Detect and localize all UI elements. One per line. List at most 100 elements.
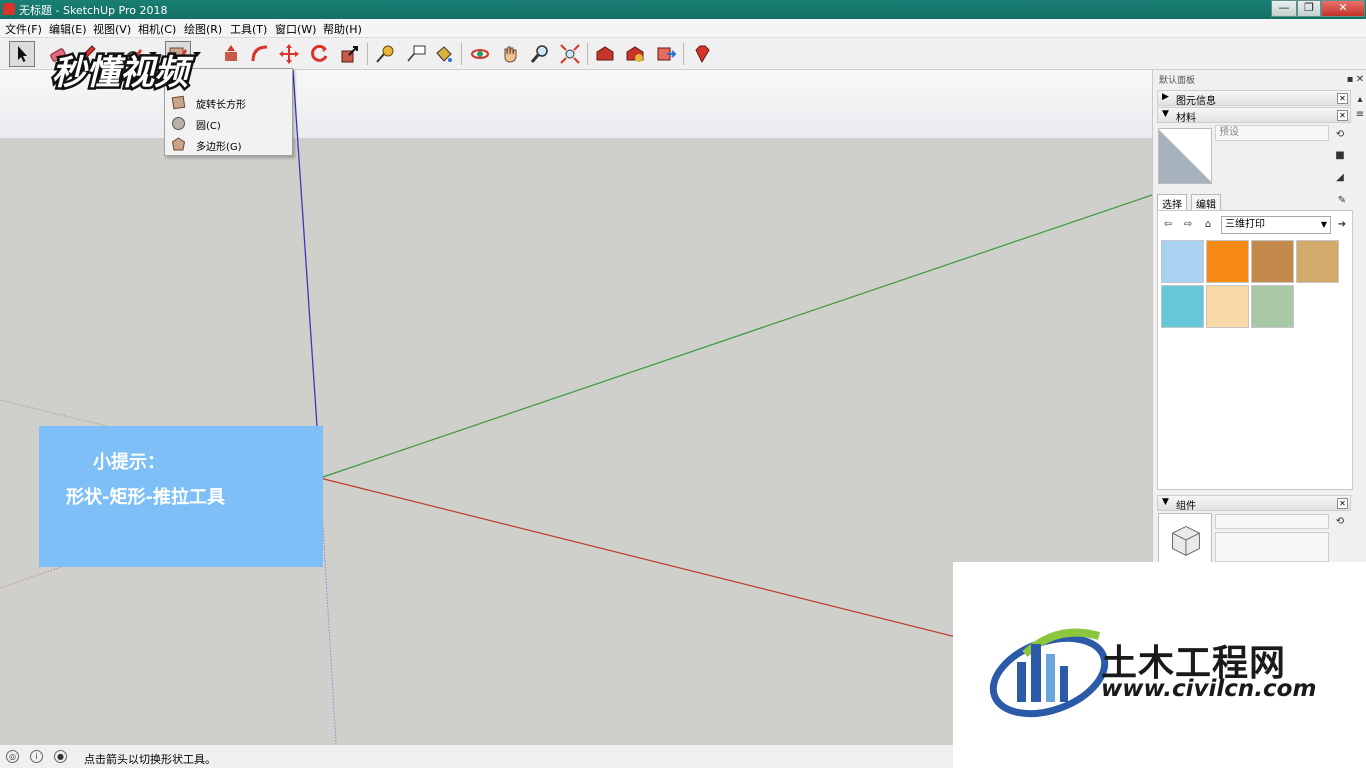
menu-help[interactable]: 帮助(H) bbox=[323, 21, 362, 37]
scale-tool-button[interactable] bbox=[337, 41, 363, 67]
select-tool-button[interactable] bbox=[9, 41, 35, 67]
menu-view[interactable]: 视图(V) bbox=[93, 21, 131, 37]
tray-close-icon[interactable]: ✕ bbox=[1353, 72, 1366, 86]
material-swatch[interactable] bbox=[1161, 240, 1204, 283]
red-axis-line bbox=[319, 477, 1001, 649]
ruby-gem-icon bbox=[695, 45, 710, 64]
toolbar-separator bbox=[587, 43, 588, 65]
forward-arrow-icon[interactable]: ⇨ bbox=[1181, 217, 1195, 231]
menu-camera[interactable]: 相机(C) bbox=[138, 21, 176, 37]
panel-components[interactable]: ▼ 组件 ✕ bbox=[1157, 495, 1351, 512]
zoom-extents-icon bbox=[560, 44, 580, 64]
tape-measure-tool-button[interactable] bbox=[372, 41, 398, 67]
material-swatch[interactable] bbox=[1251, 285, 1294, 328]
menu-item-circle[interactable]: 圆(C) bbox=[165, 113, 292, 134]
zoom-tool-button[interactable] bbox=[527, 41, 553, 67]
menu-tools[interactable]: 工具(T) bbox=[230, 21, 267, 37]
extension-warehouse-button[interactable] bbox=[622, 41, 648, 67]
default-material-icon[interactable]: ◢ bbox=[1333, 170, 1347, 184]
reset-icon[interactable]: ⟲ bbox=[1333, 127, 1347, 141]
chevron-down-icon: ▼ bbox=[1320, 220, 1327, 229]
material-name-field[interactable]: 预设 bbox=[1215, 125, 1329, 141]
scroll-up-icon[interactable]: ▴ bbox=[1353, 92, 1366, 106]
material-swatch[interactable] bbox=[1161, 285, 1204, 328]
menu-window[interactable]: 窗口(W) bbox=[275, 21, 316, 37]
tip-title: 小提示： bbox=[93, 452, 165, 473]
menu-item-polygon[interactable]: 多边形(G) bbox=[165, 134, 292, 155]
sample-paint-icon[interactable]: ✎ bbox=[1335, 193, 1349, 207]
sketchup-window: 无标题 - SketchUp Pro 2018 — ❐ ✕ 文件(F) 编辑(E… bbox=[0, 0, 1366, 768]
paint-bucket-tool-button[interactable] bbox=[431, 41, 457, 67]
expand-arrow-icon: ▶ bbox=[1162, 92, 1169, 102]
geolocation-icon[interactable]: ◎ bbox=[6, 750, 19, 763]
material-library-select[interactable]: 三维打印 ▼ bbox=[1221, 216, 1331, 234]
component-description-field[interactable] bbox=[1215, 532, 1329, 562]
rotate-icon bbox=[311, 44, 328, 62]
close-button[interactable]: ✕ bbox=[1321, 0, 1365, 17]
details-arrow-icon[interactable]: ➔ bbox=[1335, 217, 1349, 231]
polygon-icon bbox=[171, 137, 186, 151]
tray-title: 默认面板 bbox=[1159, 76, 1196, 86]
home-icon[interactable]: ⌂ bbox=[1201, 217, 1215, 231]
civilcn-logo-watermark: 土木工程网 www.civilcn.com bbox=[953, 562, 1366, 768]
component-name-field[interactable] bbox=[1215, 514, 1329, 529]
3d-warehouse-icon bbox=[596, 46, 614, 61]
svg-text:秒懂视频: 秒懂视频 bbox=[52, 53, 194, 93]
list-icon[interactable]: ≡ bbox=[1353, 107, 1366, 121]
zoom-extents-tool-button[interactable] bbox=[557, 41, 583, 67]
tab-edit[interactable]: 编辑 bbox=[1191, 194, 1221, 211]
magnifier-icon bbox=[530, 45, 548, 63]
sketchup-app-icon bbox=[3, 3, 15, 15]
minimize-button[interactable]: — bbox=[1271, 0, 1297, 17]
orbit-tool-button[interactable] bbox=[467, 41, 493, 67]
toolbar-separator bbox=[683, 43, 684, 65]
move-tool-button[interactable] bbox=[276, 41, 302, 67]
create-material-icon[interactable]: ■ bbox=[1333, 148, 1347, 162]
material-swatch[interactable] bbox=[1206, 285, 1249, 328]
menu-bar: 文件(F) 编辑(E) 视图(V) 相机(C) 绘图(R) 工具(T) 窗口(W… bbox=[0, 19, 1366, 38]
rotate-tool-button[interactable] bbox=[306, 41, 332, 67]
ruby-console-button[interactable] bbox=[689, 41, 715, 67]
hand-icon bbox=[504, 46, 517, 63]
panel-close-icon[interactable]: ✕ bbox=[1337, 93, 1348, 104]
panel-entity-info[interactable]: ▶ 图元信息 ✕ bbox=[1157, 90, 1351, 107]
info-icon[interactable]: i bbox=[30, 750, 43, 763]
panel-close-icon[interactable]: ✕ bbox=[1337, 498, 1348, 509]
maximize-button[interactable]: ❐ bbox=[1297, 0, 1321, 17]
blue-axis-line bbox=[292, 70, 318, 427]
text-tool-button[interactable] bbox=[403, 41, 429, 67]
component-cube-icon bbox=[1172, 525, 1200, 556]
tab-select[interactable]: 选择 bbox=[1157, 194, 1187, 211]
window-title: 无标题 - SketchUp Pro 2018 bbox=[19, 4, 168, 17]
rotated-rectangle-icon bbox=[171, 95, 186, 110]
panel-close-icon[interactable]: ✕ bbox=[1337, 110, 1348, 121]
material-swatch[interactable] bbox=[1296, 240, 1339, 283]
tape-measure-icon bbox=[376, 45, 394, 63]
tip-overlay: 小提示： 形状-矩形-推拉工具 bbox=[39, 426, 323, 567]
send-to-layout-icon bbox=[657, 47, 677, 61]
green-axis-line bbox=[319, 194, 1152, 479]
collapse-arrow-icon: ▼ bbox=[1162, 497, 1169, 507]
material-swatch[interactable] bbox=[1251, 240, 1294, 283]
warehouse-tool-button[interactable] bbox=[592, 41, 618, 67]
layout-send-button[interactable] bbox=[653, 41, 679, 67]
arrow-cursor-icon bbox=[18, 46, 27, 62]
menu-file[interactable]: 文件(F) bbox=[5, 21, 42, 37]
title-bar: 无标题 - SketchUp Pro 2018 — ❐ ✕ bbox=[0, 0, 1366, 19]
component-preview bbox=[1158, 513, 1212, 565]
menu-draw[interactable]: 绘图(R) bbox=[184, 21, 222, 37]
menu-edit[interactable]: 编辑(E) bbox=[49, 21, 87, 37]
back-arrow-icon[interactable]: ⇦ bbox=[1161, 217, 1175, 231]
reset-icon[interactable]: ⟲ bbox=[1333, 514, 1347, 528]
user-icon[interactable]: ● bbox=[54, 750, 67, 763]
circle-icon bbox=[172, 117, 185, 130]
toolbar-separator bbox=[461, 43, 462, 65]
panel-materials[interactable]: ▼ 材料 ✕ bbox=[1157, 107, 1351, 124]
extension-warehouse-icon bbox=[626, 46, 644, 62]
logo-site-url: www.civilcn.com bbox=[1101, 676, 1317, 702]
pan-tool-button[interactable] bbox=[497, 41, 523, 67]
move-arrows-icon bbox=[279, 44, 299, 64]
miaodong-video-watermark: 秒懂视频 bbox=[50, 51, 196, 96]
material-swatch[interactable] bbox=[1206, 240, 1249, 283]
status-message: 点击箭头以切换形状工具。 bbox=[84, 753, 216, 766]
